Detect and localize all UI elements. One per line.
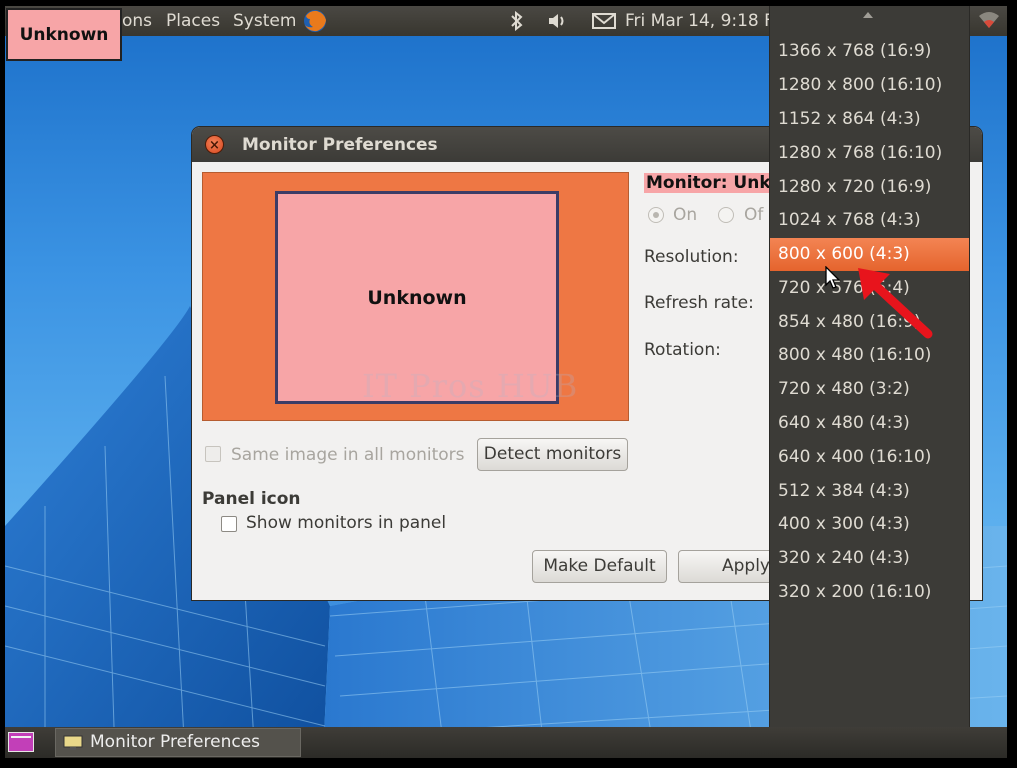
radio-off-label: Of: [744, 205, 764, 225]
monitor-preview-label: Unknown: [367, 286, 467, 309]
mouse-cursor-icon: [825, 266, 841, 289]
resolution-option[interactable]: 320 x 240 (4:3): [770, 542, 969, 575]
resolution-option[interactable]: 512 x 384 (4:3): [770, 475, 969, 508]
show-desktop-icon[interactable]: [8, 732, 34, 752]
resolution-option[interactable]: 640 x 480 (4:3): [770, 407, 969, 440]
bottom-panel: Monitor Preferences: [5, 727, 1007, 758]
resolution-label: Resolution:: [644, 247, 739, 267]
resolution-dropdown-menu: 1366 x 768 (16:9) 1280 x 800 (16:10) 115…: [769, 6, 970, 758]
menu-applications[interactable]: ons: [122, 11, 152, 31]
watermark: IT Pros HUB: [362, 367, 579, 405]
red-arrow-annotation: [858, 268, 933, 339]
refresh-rate-label: Refresh rate:: [644, 293, 754, 313]
scroll-up-icon[interactable]: [863, 12, 873, 18]
detect-monitors-button[interactable]: Detect monitors: [477, 438, 628, 471]
close-icon[interactable]: ×: [205, 135, 224, 154]
make-default-button[interactable]: Make Default: [532, 550, 667, 583]
mail-icon[interactable]: [592, 13, 616, 34]
monitor-identify-tag: Unknown: [6, 8, 122, 61]
show-monitors-label: Show monitors in panel: [246, 513, 447, 533]
resolution-option[interactable]: 1152 x 864 (4:3): [770, 103, 969, 136]
monitor-heading: Monitor: Unkn: [644, 173, 785, 193]
resolution-option[interactable]: 1024 x 768 (4:3): [770, 204, 969, 237]
resolution-option[interactable]: 1280 x 800 (16:10): [770, 69, 969, 102]
display-icon: [63, 735, 83, 750]
bluetooth-icon[interactable]: [510, 10, 524, 36]
resolution-option[interactable]: 640 x 400 (16:10): [770, 441, 969, 474]
resolution-option[interactable]: 720 x 480 (3:2): [770, 373, 969, 406]
same-image-checkbox[interactable]: [205, 446, 221, 462]
clock[interactable]: Fri Mar 14, 9:18 F: [625, 11, 774, 31]
radio-off[interactable]: [718, 207, 734, 223]
taskbar-item-monitor-preferences[interactable]: Monitor Preferences: [55, 728, 301, 757]
rotation-label: Rotation:: [644, 340, 721, 360]
panel-icon-heading: Panel icon: [202, 489, 301, 509]
window-title: Monitor Preferences: [242, 135, 438, 155]
radio-on-label: On: [673, 205, 698, 225]
resolution-option[interactable]: 1366 x 768 (16:9): [770, 35, 969, 68]
show-monitors-checkbox[interactable]: [221, 516, 237, 532]
volume-icon[interactable]: [547, 12, 567, 35]
taskbar-item-label: Monitor Preferences: [90, 732, 261, 752]
resolution-option[interactable]: 1280 x 768 (16:10): [770, 137, 969, 170]
resolution-option[interactable]: 800 x 480 (16:10): [770, 339, 969, 372]
menu-places[interactable]: Places: [166, 11, 220, 31]
firefox-icon[interactable]: [302, 8, 328, 39]
resolution-option[interactable]: 320 x 200 (16:10): [770, 576, 969, 609]
menu-system[interactable]: System: [233, 11, 296, 31]
radio-on[interactable]: [648, 207, 664, 223]
same-image-label: Same image in all monitors: [231, 445, 465, 465]
resolution-option[interactable]: 400 x 300 (4:3): [770, 508, 969, 541]
wifi-icon[interactable]: [978, 11, 1000, 34]
resolution-option[interactable]: 1280 x 720 (16:9): [770, 171, 969, 204]
